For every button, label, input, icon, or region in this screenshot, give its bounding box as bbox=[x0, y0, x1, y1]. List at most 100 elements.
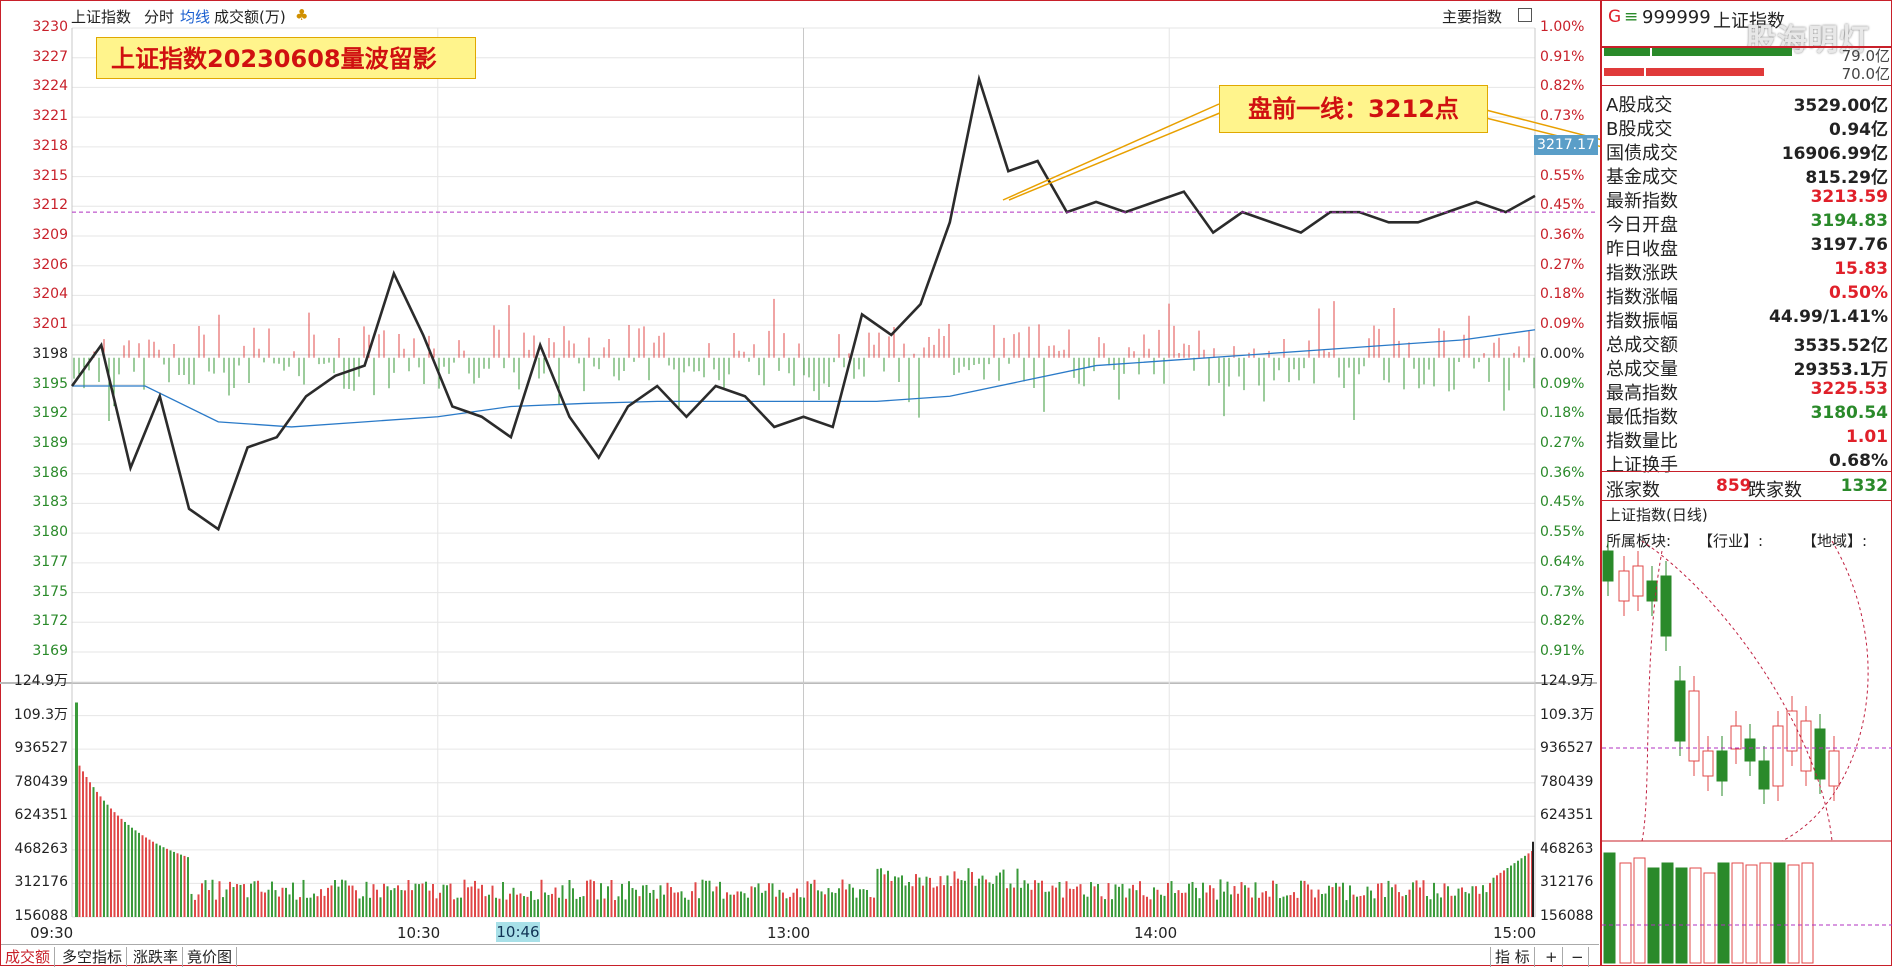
axis-label: 936527 bbox=[1540, 740, 1594, 757]
volume-histogram bbox=[75, 702, 1534, 917]
zoom-out-button[interactable]: − bbox=[1567, 947, 1589, 967]
breadth-row: 涨家数 859 跌家数 1332 bbox=[1604, 474, 1892, 501]
axis-label: 156088 bbox=[1540, 908, 1594, 924]
axis-label: 0.09% bbox=[1540, 316, 1585, 333]
up-volume-bar-b bbox=[1652, 48, 1792, 56]
axis-label: 3186 bbox=[32, 464, 68, 481]
candle-body bbox=[1660, 575, 1672, 637]
up-count-value: 859 bbox=[1716, 476, 1752, 496]
stat-row: B股成交 0.94亿 bbox=[1604, 113, 1892, 140]
candle-body bbox=[1786, 710, 1798, 752]
time-label-1500: 15:00 bbox=[1493, 924, 1537, 942]
axis-label: 3189 bbox=[32, 435, 68, 451]
axis-label: 3230 bbox=[32, 19, 68, 35]
axis-label: 3218 bbox=[32, 137, 68, 154]
daily-chart-title: 上证指数(日线) bbox=[1606, 506, 1708, 524]
axis-label: 0.18% bbox=[1540, 405, 1585, 422]
arc-line bbox=[1781, 541, 1869, 842]
axis-label: 0.45% bbox=[1540, 494, 1585, 511]
axis-label: 0.55% bbox=[1540, 167, 1585, 184]
axis-label: 3177 bbox=[32, 553, 68, 570]
candle-body bbox=[1744, 738, 1756, 762]
stat-row: 最低指数 3180.54 bbox=[1604, 401, 1892, 428]
stat-value: 1.01 bbox=[1846, 427, 1888, 447]
stat-value: 0.68% bbox=[1829, 451, 1888, 471]
candle-body bbox=[1800, 720, 1812, 772]
indicator-button[interactable]: 指 标 bbox=[1490, 947, 1535, 967]
axis-label: 0.73% bbox=[1540, 108, 1585, 125]
axis-label: 0.91% bbox=[1540, 643, 1585, 659]
axis-label: 3183 bbox=[32, 494, 68, 511]
axis-label: 468263 bbox=[14, 840, 68, 857]
axis-label: 3212 bbox=[32, 197, 68, 214]
pointer-left-2 bbox=[1008, 109, 1228, 201]
axis-label: 0.09% bbox=[1540, 375, 1585, 392]
candle-body bbox=[1716, 750, 1728, 782]
down-volume-bar-b bbox=[1646, 68, 1764, 76]
mini-volume-bar bbox=[1759, 862, 1772, 964]
mini-volume-bar bbox=[1603, 852, 1616, 964]
indicator-tabs: 成交额 多空指标 涨跌率 竟价图 指 标 + − bbox=[1, 944, 1599, 967]
stat-row: 总成交额 3535.52亿 bbox=[1604, 329, 1892, 356]
stat-row: 指数涨跌 15.83 bbox=[1604, 257, 1892, 284]
tab-turnover[interactable]: 成交额 bbox=[1, 947, 56, 967]
stat-value: 3180.54 bbox=[1810, 403, 1888, 423]
axis-label: 312176 bbox=[14, 874, 68, 891]
mini-volume-bar bbox=[1773, 862, 1786, 964]
mini-volume-bar bbox=[1633, 857, 1646, 964]
axis-label: 780439 bbox=[14, 773, 68, 790]
stat-row: 基金成交 815.29亿 bbox=[1604, 161, 1892, 188]
axis-label: 3172 bbox=[32, 613, 68, 630]
candle-body bbox=[1758, 760, 1770, 790]
axis-label: 0.27% bbox=[1540, 256, 1585, 273]
zoom-in-button[interactable]: + bbox=[1541, 947, 1563, 967]
stat-row: 最高指数 3225.53 bbox=[1604, 377, 1892, 404]
time-label-1030: 10:30 bbox=[397, 924, 441, 942]
stat-value: 3213.59 bbox=[1810, 187, 1888, 207]
stat-row: A股成交 3529.00亿 bbox=[1604, 89, 1892, 116]
intraday-chart[interactable] bbox=[0, 0, 1600, 968]
mini-volume-bar bbox=[1801, 862, 1814, 964]
axis-label: 3227 bbox=[32, 48, 68, 65]
axis-label: 3204 bbox=[32, 286, 68, 303]
axis-label: 3175 bbox=[32, 583, 68, 600]
mini-volume-bar bbox=[1731, 862, 1744, 964]
quote-panel: G ≡ 999999 上证指数 股海明灯 79.0亿 70.0亿 A股成交 352… bbox=[1600, 1, 1894, 966]
axis-label: 1.00% bbox=[1540, 19, 1585, 35]
axis-label: 0.64% bbox=[1540, 553, 1585, 570]
axis-label: 3215 bbox=[32, 167, 68, 184]
tab-long-short[interactable]: 多空指标 bbox=[58, 947, 128, 967]
mini-volume-bar bbox=[1703, 872, 1716, 964]
up-volume-bar-a bbox=[1604, 48, 1650, 56]
mini-volume-bar bbox=[1675, 867, 1688, 964]
axis-label: 124.9万 bbox=[1540, 673, 1595, 689]
mini-volume-bar bbox=[1689, 867, 1702, 964]
mini-volume-bar bbox=[1619, 862, 1632, 964]
candle-body bbox=[1814, 728, 1826, 780]
chart-title-box: 上证指数20230608量波留影 bbox=[96, 37, 476, 79]
axis-label: 3169 bbox=[32, 643, 68, 659]
stat-row: 今日开盘 3194.83 bbox=[1604, 209, 1892, 236]
axis-label: 3224 bbox=[32, 78, 68, 95]
axis-label: 780439 bbox=[1540, 773, 1594, 790]
daily-kline-chart[interactable] bbox=[1602, 541, 1892, 965]
axis-label: 3209 bbox=[32, 227, 68, 243]
menu-icon[interactable]: ≡ bbox=[1624, 7, 1638, 27]
candle-body bbox=[1618, 570, 1630, 602]
axis-label: 0.36% bbox=[1540, 227, 1585, 243]
time-label-1400: 14:00 bbox=[1134, 924, 1178, 942]
stat-row: 上证换手 0.68% bbox=[1604, 449, 1892, 476]
pointer-right-2 bbox=[1485, 117, 1600, 148]
time-label-1300: 13:00 bbox=[767, 924, 811, 942]
down-count-value: 1332 bbox=[1840, 476, 1888, 496]
candle-body bbox=[1688, 690, 1700, 762]
axis-label: 3195 bbox=[32, 375, 68, 392]
axis-label: 0.45% bbox=[1540, 197, 1585, 214]
axis-label: 0.00% bbox=[1540, 345, 1585, 362]
down-count-label: 跌家数 bbox=[1748, 480, 1802, 501]
axis-label: 3198 bbox=[32, 345, 68, 362]
tab-advance-decline[interactable]: 涨跌率 bbox=[129, 947, 184, 967]
tab-auction[interactable]: 竟价图 bbox=[183, 947, 238, 967]
mini-volume-bar bbox=[1717, 862, 1730, 964]
stat-row: 最新指数 3213.59 bbox=[1604, 185, 1892, 212]
